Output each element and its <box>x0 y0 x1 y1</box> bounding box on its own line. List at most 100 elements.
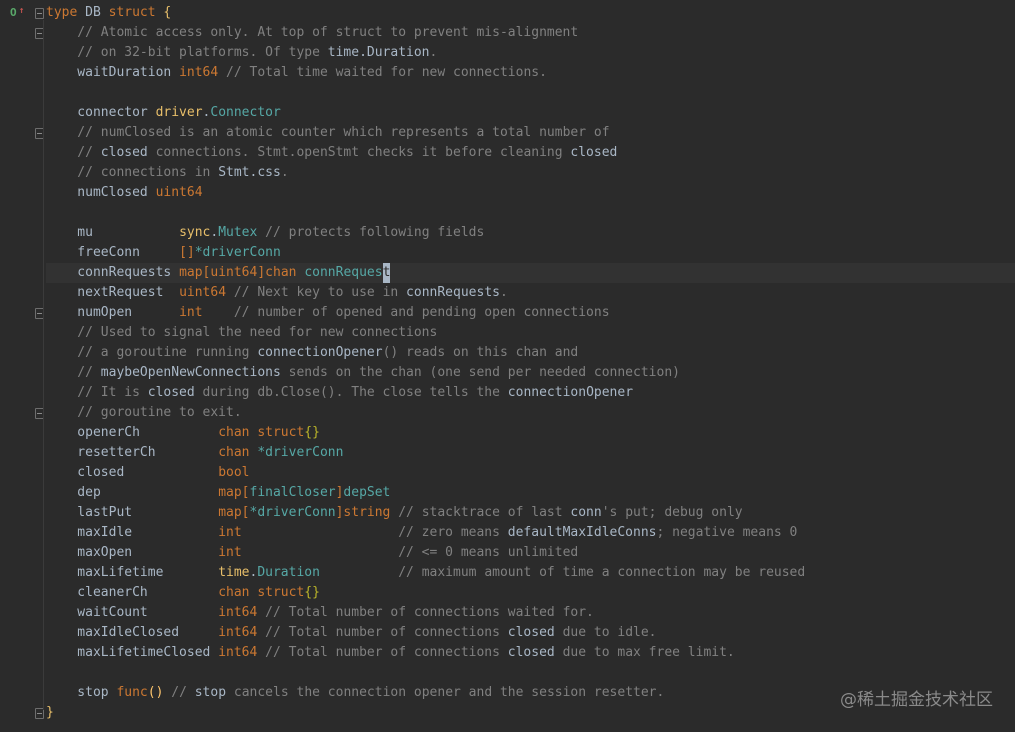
code-token: during db.Close(). The close tells the <box>194 385 508 400</box>
implementations-icon[interactable]: O ↑ <box>10 6 24 20</box>
code-token: depSet <box>343 485 391 500</box>
code-token: // <= 0 means unlimited <box>241 545 579 560</box>
code-line[interactable]: // maybeOpenNewConnections sends on the … <box>46 363 1015 383</box>
code-line[interactable]: maxIdle int // zero means defaultMaxIdle… <box>46 523 1015 543</box>
code-line[interactable]: connRequests map[uint64]chan connRequest <box>46 263 1015 283</box>
code-token: int64 <box>179 65 219 80</box>
code-token: closed <box>570 145 618 160</box>
code-token: // stacktrace of last <box>390 505 571 520</box>
code-token: // Total number of connections waited fo… <box>257 605 594 620</box>
code-token: stop <box>46 685 117 700</box>
code-line[interactable]: // Atomic access only. At top of struct … <box>46 23 1015 43</box>
code-line[interactable]: // on 32-bit platforms. Of type time.Dur… <box>46 43 1015 63</box>
code-token: finalCloser <box>249 485 336 500</box>
code-token: // on 32-bit platforms. Of type <box>46 45 328 60</box>
code-token: // Total time waited for new connections… <box>218 65 547 80</box>
code-token: mu <box>46 225 180 240</box>
code-line[interactable]: dep map[finalCloser]depSet <box>46 483 1015 503</box>
code-token: // Used to signal the need for new conne… <box>46 325 438 340</box>
fold-marker-icon[interactable] <box>35 8 44 19</box>
code-token: ; negative means 0 <box>656 525 798 540</box>
code-token: sends on the chan (one send per needed c… <box>280 365 680 380</box>
code-line[interactable]: type DB struct { <box>46 3 1015 23</box>
code-token: () reads on this chan and <box>382 345 579 360</box>
code-line[interactable]: cleanerCh chan struct{} <box>46 583 1015 603</box>
code-line[interactable]: // It is closed during db.Close(). The c… <box>46 383 1015 403</box>
code-token: Mutex <box>218 225 258 240</box>
code-token: // Next key to use in <box>226 285 407 300</box>
code-token: uint64 <box>155 185 203 200</box>
code-token: numOpen <box>46 305 180 320</box>
code-token: closed <box>46 465 219 480</box>
code-token: type <box>46 5 86 20</box>
code-line[interactable]: maxLifetimeClosed int64 // Total number … <box>46 643 1015 663</box>
code-line[interactable]: nextRequest uint64 // Next key to use in… <box>46 283 1015 303</box>
code-token: // Total number of connections <box>257 645 508 660</box>
code-token: } <box>46 705 54 720</box>
code-token: // It is <box>46 385 148 400</box>
code-line[interactable] <box>46 203 1015 223</box>
code-line[interactable]: lastPut map[*driverConn]string // stackt… <box>46 503 1015 523</box>
code-token: struct <box>108 5 164 20</box>
editor-gutter: O ↑ <box>0 0 46 732</box>
code-token: conn <box>570 505 602 520</box>
code-token: int64 <box>218 625 258 640</box>
indent-guide <box>43 20 44 710</box>
code-token: resetterCh <box>46 445 219 460</box>
code-token: ]string <box>335 505 391 520</box>
code-token: waitDuration <box>46 65 180 80</box>
code-line[interactable]: // a goroutine running connectionOpener(… <box>46 343 1015 363</box>
code-token: dep <box>46 485 219 500</box>
code-token: due to idle. <box>554 625 657 640</box>
code-line[interactable] <box>46 83 1015 103</box>
code-token: *driverConn <box>257 445 344 460</box>
code-token: // protects following fields <box>257 225 485 240</box>
code-line[interactable]: // connections in Stmt.css. <box>46 163 1015 183</box>
code-token: Stmt.css <box>218 165 281 180</box>
code-token: is an atomic counter which represents a … <box>171 125 610 140</box>
code-token: // <box>46 145 101 160</box>
code-line[interactable]: maxOpen int // <= 0 means unlimited <box>46 543 1015 563</box>
code-line[interactable]: // numClosed is an atomic counter which … <box>46 123 1015 143</box>
code-line[interactable]: numClosed uint64 <box>46 183 1015 203</box>
code-token: int64 <box>218 605 258 620</box>
code-token: // Total number of connections <box>257 625 508 640</box>
code-line[interactable]: // closed connections. Stmt.openStmt che… <box>46 143 1015 163</box>
code-line[interactable]: // goroutine to exit. <box>46 403 1015 423</box>
code-line[interactable]: resetterCh chan *driverConn <box>46 443 1015 463</box>
code-token: connReques <box>304 265 383 280</box>
code-line[interactable]: connector driver.Connector <box>46 103 1015 123</box>
code-token: t <box>382 263 391 283</box>
code-line[interactable]: numOpen int // number of opened and pend… <box>46 303 1015 323</box>
code-token: *driverConn <box>194 245 281 260</box>
code-line[interactable]: waitCount int64 // Total number of conne… <box>46 603 1015 623</box>
code-line[interactable]: freeConn []*driverConn <box>46 243 1015 263</box>
code-token: chan <box>218 445 258 460</box>
code-line[interactable]: maxLifetime time.Duration // maximum amo… <box>46 563 1015 583</box>
code-token: ]chan <box>257 265 305 280</box>
code-token: time <box>218 565 250 580</box>
code-token: // Atomic access only. At top of struct … <box>46 25 579 40</box>
code-token: waitCount <box>46 605 219 620</box>
code-token: driver <box>155 105 203 120</box>
code-token: int <box>218 525 242 540</box>
code-token: maxIdleClosed <box>46 625 219 640</box>
code-line[interactable]: mu sync.Mutex // protects following fiel… <box>46 223 1015 243</box>
code-line[interactable]: maxIdleClosed int64 // Total number of c… <box>46 623 1015 643</box>
code-line[interactable]: openerCh chan struct{} <box>46 423 1015 443</box>
code-line[interactable] <box>46 663 1015 683</box>
code-token: DB <box>85 5 109 20</box>
code-line[interactable]: closed bool <box>46 463 1015 483</box>
code-editor[interactable]: type DB struct { // Atomic access only. … <box>46 3 1015 723</box>
watermark: @稀土掘金技术社区 <box>840 690 993 710</box>
code-token: closed <box>100 145 148 160</box>
code-token: Connector <box>210 105 281 120</box>
code-token: cleanerCh <box>46 585 219 600</box>
code-token: int64 <box>218 645 258 660</box>
code-line[interactable]: // Used to signal the need for new conne… <box>46 323 1015 343</box>
code-token: func <box>116 685 148 700</box>
code-token: {} <box>304 585 320 600</box>
code-token: uint64 <box>179 285 227 300</box>
code-token: map[ <box>179 265 211 280</box>
code-line[interactable]: waitDuration int64 // Total time waited … <box>46 63 1015 83</box>
